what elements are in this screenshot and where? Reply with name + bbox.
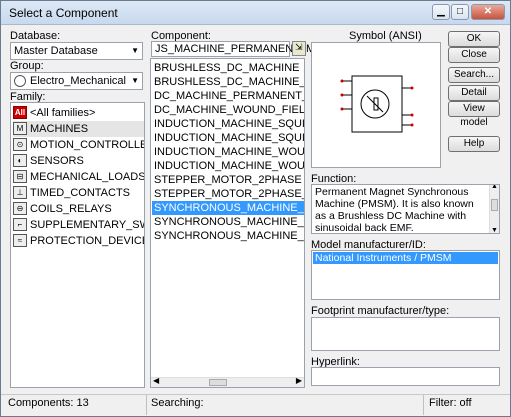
family-item-label: <All families> bbox=[30, 107, 96, 119]
family-item-label: SUPPLEMENTARY_SWITCHES bbox=[30, 219, 144, 231]
family-item-coils-relays[interactable]: ⊖ COILS_RELAYS bbox=[13, 201, 144, 217]
family-item-label: SENSORS bbox=[30, 155, 84, 167]
close-window-button[interactable]: ✕ bbox=[471, 4, 505, 20]
help-button[interactable]: Help bbox=[448, 136, 500, 152]
function-text-box: Permanent Magnet Synchronous Machine (PM… bbox=[311, 184, 500, 234]
family-item-label: MECHANICAL_LOADS bbox=[30, 171, 145, 183]
family-item-motion-controllers[interactable]: ⊙ MOTION_CONTROLLERS bbox=[13, 137, 144, 153]
database-select[interactable]: Master Database ▼ bbox=[10, 42, 143, 60]
status-divider bbox=[1, 394, 510, 395]
scroll-up-icon: ▲ bbox=[491, 184, 498, 190]
family-item-protection-devices[interactable]: ≈ PROTECTION_DEVICES bbox=[13, 233, 144, 249]
scroll-down-icon: ▼ bbox=[491, 227, 498, 234]
family-item-label: MOTION_CONTROLLERS bbox=[30, 139, 144, 151]
status-separator bbox=[423, 395, 424, 415]
searching-status: Searching: bbox=[151, 397, 204, 409]
window-title: Select a Component bbox=[9, 6, 118, 20]
list-item[interactable]: BRUSHLESS_DC_MACHINE_HALL bbox=[152, 75, 304, 89]
component-list[interactable]: BRUSHLESS_DC_MACHINE BRUSHLESS_DC_MACHIN… bbox=[150, 58, 305, 388]
filter-status: Filter: off bbox=[429, 397, 472, 409]
family-item-label: TIMED_CONTACTS bbox=[30, 187, 131, 199]
close-button[interactable]: Close bbox=[448, 47, 500, 63]
list-item[interactable]: STEPPER_MOTOR_2PHASE_2WINDING bbox=[152, 187, 304, 201]
list-item[interactable]: INDUCTION_MACHINE_WOUND_E bbox=[152, 159, 304, 173]
family-list[interactable]: All <All families> M MACHINES ⊙ MOTION_C… bbox=[10, 102, 145, 388]
list-item-selected[interactable]: SYNCHRONOUS_MACHINE_PERMANENT_I bbox=[152, 201, 304, 215]
filter-button[interactable]: ⇲ bbox=[292, 41, 306, 56]
list-item[interactable]: INDUCTION_MACHINE_WOUND bbox=[152, 145, 304, 159]
switch-icon: ⌐ bbox=[13, 218, 27, 231]
minimize-button[interactable]: ▁ bbox=[432, 4, 450, 20]
status-separator bbox=[146, 395, 147, 415]
chevron-down-icon: ▼ bbox=[131, 46, 139, 55]
function-description: Permanent Magnet Synchronous Machine (PM… bbox=[315, 186, 474, 234]
list-item[interactable]: DC_MACHINE_WOUND_FIELD bbox=[152, 103, 304, 117]
footprint-manufacturer-label: Footprint manufacturer/type: bbox=[311, 305, 450, 317]
family-item-timed-contacts[interactable]: ⊥ TIMED_CONTACTS bbox=[13, 185, 144, 201]
component-search-input[interactable]: JS_MACHINE_PERMANENT_MAGNET bbox=[151, 41, 353, 57]
family-item-all[interactable]: All <All families> bbox=[13, 105, 144, 121]
all-families-icon: All bbox=[13, 106, 27, 119]
motion-controller-icon: ⊙ bbox=[13, 138, 27, 151]
hyperlink-field[interactable] bbox=[311, 367, 500, 386]
database-value: Master Database bbox=[14, 45, 98, 57]
scroll-thumb[interactable] bbox=[209, 379, 227, 386]
group-select[interactable]: Electro_Mechanical ▼ bbox=[10, 72, 143, 90]
search-button[interactable]: Search... bbox=[448, 67, 500, 83]
sensor-icon: ◐ bbox=[13, 154, 27, 167]
vertical-scrollbar[interactable]: ▲ ▼ bbox=[489, 185, 499, 233]
maximize-button[interactable]: □ bbox=[451, 4, 469, 20]
scroll-thumb[interactable] bbox=[491, 199, 498, 211]
minimize-icon: ▁ bbox=[437, 6, 445, 17]
components-count: Components: 13 bbox=[8, 397, 89, 409]
list-item[interactable]: DC_MACHINE_PERMANENT_MAGNET bbox=[152, 89, 304, 103]
model-id-item[interactable]: National Instruments / PMSM bbox=[313, 252, 498, 264]
list-item[interactable]: BRUSHLESS_DC_MACHINE bbox=[152, 61, 304, 75]
chevron-down-icon: ▼ bbox=[131, 76, 139, 85]
family-item-mechanical-loads[interactable]: ⊟ MECHANICAL_LOADS bbox=[13, 169, 144, 185]
filter-icon: ⇲ bbox=[295, 42, 303, 52]
family-item-sensors[interactable]: ◐ SENSORS bbox=[13, 153, 144, 169]
scroll-right-icon: ▶ bbox=[295, 376, 302, 385]
family-item-machines[interactable]: M MACHINES bbox=[13, 121, 144, 137]
footprint-manufacturer-list[interactable] bbox=[311, 317, 500, 351]
machine-icon: M bbox=[13, 122, 27, 135]
symbol-preview bbox=[311, 42, 441, 168]
family-item-label: COILS_RELAYS bbox=[30, 203, 112, 215]
title-bar: Select a Component ▁ □ ✕ bbox=[1, 1, 510, 25]
list-item[interactable]: INDUCTION_MACHINE_SQUIRREL_CAGE bbox=[152, 117, 304, 131]
list-item[interactable]: SYNCHRONOUS_MACHINE_PERMANENT_I bbox=[152, 229, 304, 243]
electro-mechanical-icon bbox=[14, 75, 26, 87]
group-value: Electro_Mechanical bbox=[30, 75, 126, 87]
list-item[interactable]: SYNCHRONOUS_MACHINE_PERMANENT_I bbox=[152, 215, 304, 229]
list-item[interactable]: STEPPER_MOTOR_2PHASE bbox=[152, 173, 304, 187]
close-icon: ✕ bbox=[483, 6, 493, 17]
ok-button[interactable]: OK bbox=[448, 31, 500, 47]
pmsm-symbol-icon bbox=[340, 75, 414, 133]
model-manufacturer-list[interactable]: National Instruments / PMSM bbox=[311, 250, 500, 300]
coil-relay-icon: ⊖ bbox=[13, 202, 27, 215]
list-item[interactable]: INDUCTION_MACHINE_SQUIRREL_CAGE_ bbox=[152, 131, 304, 145]
database-label: Database: bbox=[10, 30, 61, 42]
symbol-label: Symbol (ANSI) bbox=[349, 30, 422, 42]
maximize-icon: □ bbox=[456, 6, 464, 17]
scroll-left-icon: ◀ bbox=[153, 376, 160, 385]
select-component-dialog: Select a Component ▁ □ ✕ Database: Maste… bbox=[0, 0, 511, 417]
family-item-supplementary-switches[interactable]: ⌐ SUPPLEMENTARY_SWITCHES bbox=[13, 217, 144, 233]
family-item-label: PROTECTION_DEVICES bbox=[30, 235, 145, 247]
protection-icon: ≈ bbox=[13, 234, 27, 247]
group-label: Group: bbox=[10, 60, 44, 72]
mechanical-load-icon: ⊟ bbox=[13, 170, 27, 183]
view-model-button[interactable]: View model bbox=[448, 101, 500, 128]
horizontal-scrollbar[interactable]: ◀ ▶ bbox=[151, 376, 304, 387]
timed-contact-icon: ⊥ bbox=[13, 186, 27, 199]
family-item-label: MACHINES bbox=[30, 123, 89, 135]
detail-report-button[interactable]: Detail report bbox=[448, 85, 500, 112]
